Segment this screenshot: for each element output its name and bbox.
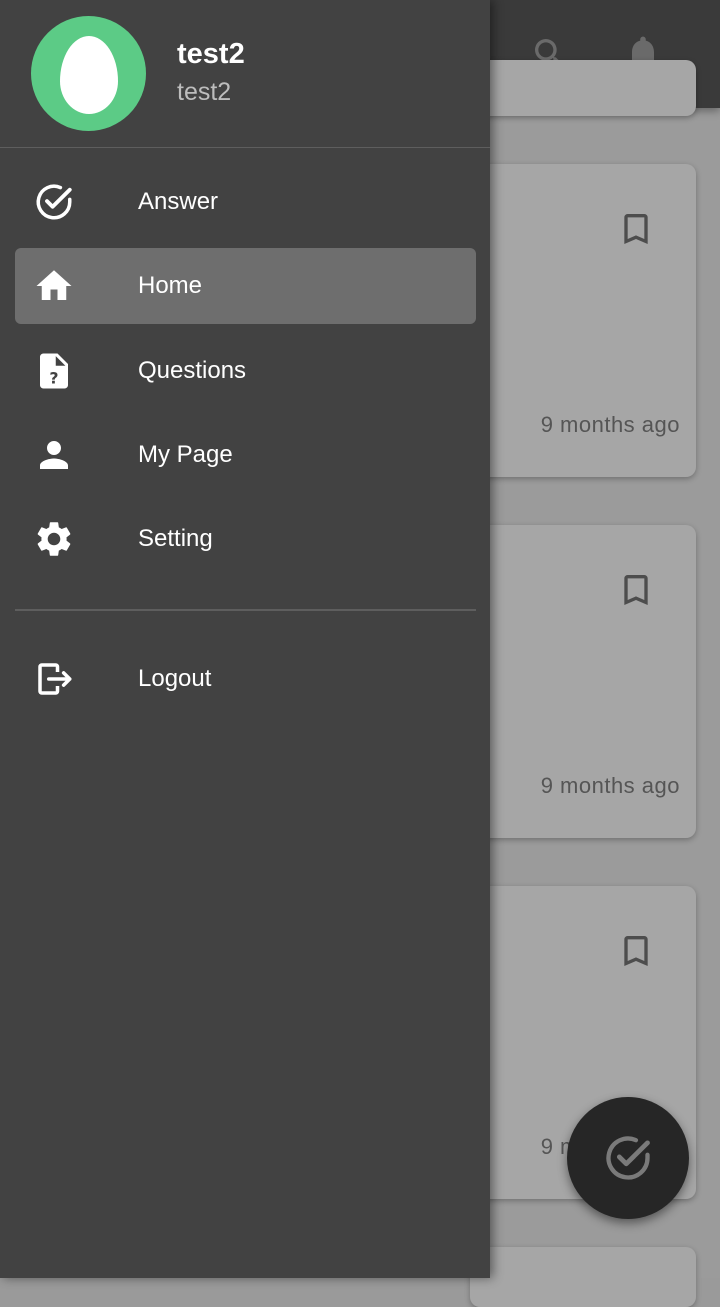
logout-icon	[33, 658, 75, 700]
card-timestamp: 9 months ago	[540, 773, 680, 798]
nav-item-questions[interactable]: ? Questions	[15, 333, 476, 409]
bookmark-button[interactable]	[616, 208, 656, 255]
nav-item-home[interactable]: Home	[15, 248, 476, 324]
question-card[interactable]: 9 months ago	[470, 164, 696, 477]
bookmark-button[interactable]	[616, 930, 656, 977]
avatar[interactable]	[31, 16, 146, 131]
card-timestamp: 9 months ago	[540, 412, 680, 437]
question-card[interactable]: 9 months ago	[470, 525, 696, 838]
nav-item-label: Home	[138, 272, 203, 299]
question-card[interactable]	[470, 1247, 696, 1307]
bookmark-button[interactable]	[616, 569, 656, 616]
answer-fab[interactable]	[567, 1097, 689, 1219]
check-circle-icon	[33, 181, 75, 223]
gear-icon	[33, 518, 75, 560]
user-handle: test2	[177, 78, 232, 106]
egg-avatar-icon	[59, 35, 118, 114]
nav-item-label: My Page	[138, 441, 233, 468]
question-card[interactable]	[470, 60, 696, 116]
nav-item-label: Questions	[138, 357, 247, 384]
home-icon	[33, 265, 75, 307]
bookmark-icon	[624, 214, 648, 244]
bookmark-icon	[624, 575, 648, 605]
check-circle-icon	[606, 1136, 650, 1180]
nav-item-label: Logout	[138, 665, 212, 692]
drawer-divider	[15, 609, 476, 611]
nav-item-setting[interactable]: Setting	[15, 501, 476, 577]
bookmark-icon	[624, 936, 648, 966]
svg-text:?: ?	[49, 368, 58, 387]
drawer-header: test2 test2	[0, 0, 490, 148]
person-icon	[33, 434, 75, 476]
nav-item-label: Answer	[138, 188, 219, 215]
nav-item-my-page[interactable]: My Page	[15, 417, 476, 493]
question-file-icon: ?	[33, 350, 75, 392]
nav-item-logout[interactable]: Logout	[15, 641, 476, 717]
nav-item-label: Setting	[138, 525, 213, 552]
nav-item-answer[interactable]: Answer	[15, 164, 476, 240]
navigation-drawer: test2 test2 Answer Home ? Questions My P…	[0, 0, 490, 1278]
user-name: test2	[177, 38, 245, 70]
